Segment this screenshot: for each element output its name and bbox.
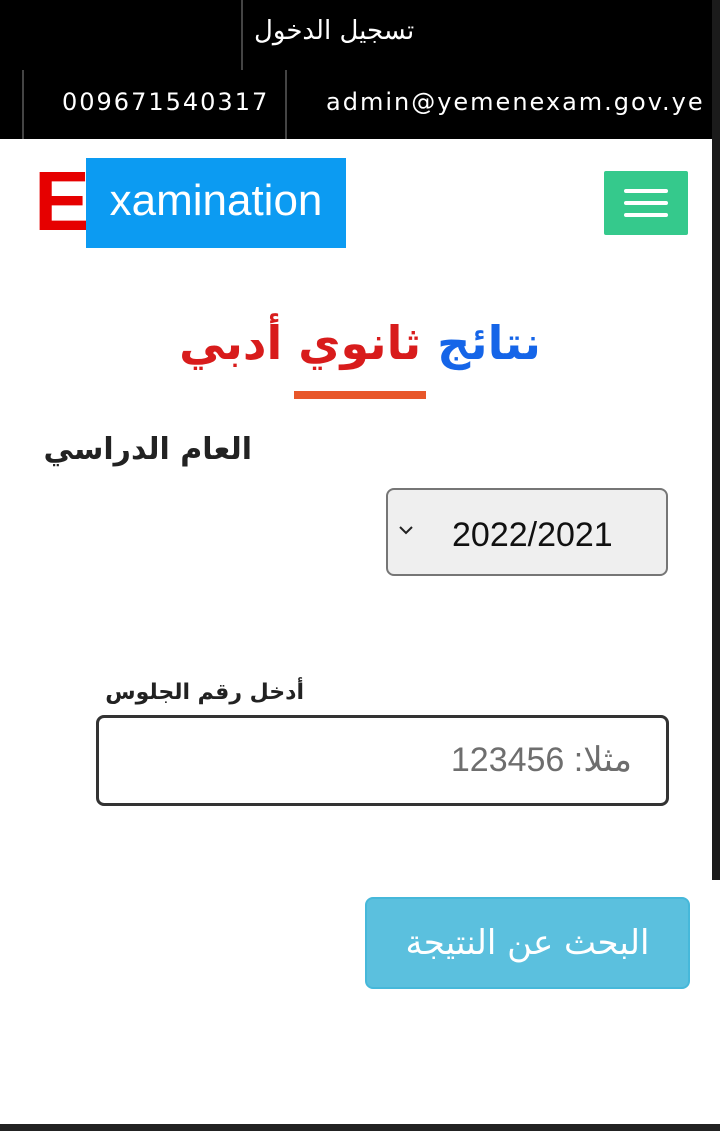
chevron-down-icon [399, 526, 413, 535]
year-label: العام الدراسي [43, 432, 252, 467]
title-results: نتائج [437, 316, 541, 370]
top-divider-1 [241, 0, 243, 70]
login-link[interactable]: تسجيل الدخول [254, 16, 414, 46]
year-select-value: 2022/2021 [452, 516, 613, 554]
logo-text: xamination [86, 158, 346, 248]
seat-number-input[interactable] [96, 715, 669, 806]
year-select[interactable]: 2022/2021 [386, 488, 668, 576]
title-underline [294, 391, 426, 399]
phone-number[interactable]: 009671540317 [62, 88, 269, 116]
menu-toggle-button[interactable] [604, 171, 688, 235]
hamburger-icon-line-3 [624, 213, 668, 217]
page-title: نتائج ثانوي أدبي [0, 316, 720, 370]
email-address[interactable]: admin@yemenexam.gov.ye [326, 88, 705, 116]
top-bar: تسجيل الدخول 009671540317 admin@yemenexa… [0, 0, 712, 139]
logo-letter-e: E [34, 154, 91, 248]
scrollbar-edge [712, 0, 720, 880]
top-divider-2 [22, 70, 24, 139]
hamburger-icon [624, 189, 668, 193]
top-divider-3 [285, 70, 287, 139]
hamburger-icon-line-2 [624, 201, 668, 205]
site-logo[interactable]: E xamination [34, 158, 346, 248]
bottom-edge [0, 1124, 720, 1131]
seat-number-label: أدخل رقم الجلوس [105, 680, 304, 705]
title-literary: أدبي [179, 316, 283, 370]
title-secondary: ثانوي [298, 316, 422, 370]
search-result-button[interactable]: البحث عن النتيجة [365, 897, 690, 989]
